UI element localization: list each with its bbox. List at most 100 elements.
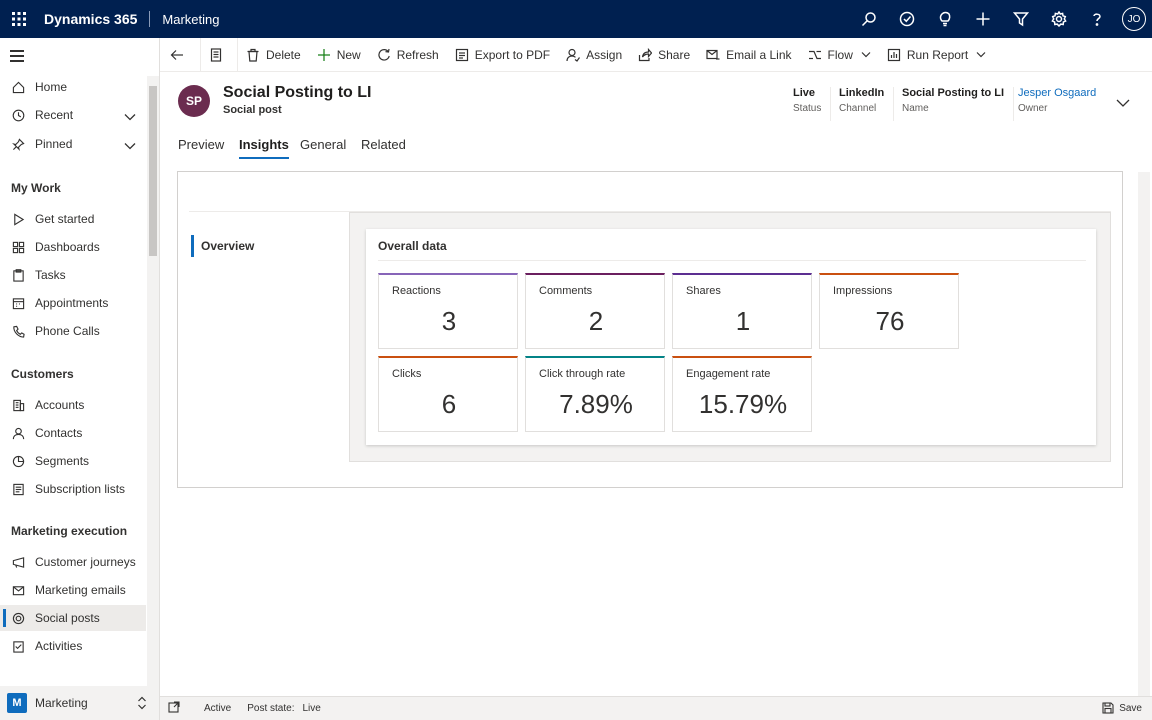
sidebar-item-label: Activities bbox=[35, 639, 83, 653]
status-label: Status bbox=[793, 103, 822, 114]
back-arrow-icon bbox=[170, 49, 183, 60]
assign-button[interactable]: Assign bbox=[558, 38, 630, 72]
lightbulb-icon[interactable] bbox=[926, 0, 964, 38]
save-label: Save bbox=[1119, 702, 1142, 714]
channel-value: LinkedIn bbox=[839, 87, 885, 99]
metric-tile: Comments 2 bbox=[525, 273, 665, 349]
owner-label: Owner bbox=[1018, 103, 1048, 114]
sidebar-item-label: Get started bbox=[35, 212, 95, 226]
sidebar-item-contacts[interactable]: Contacts bbox=[0, 420, 146, 446]
filter-icon[interactable] bbox=[1002, 0, 1040, 38]
chevron-down-icon[interactable] bbox=[853, 48, 871, 62]
phone-icon bbox=[11, 324, 25, 338]
area-switcher[interactable]: M Marketing bbox=[0, 686, 160, 720]
building-icon bbox=[11, 398, 25, 412]
sidebar-scroll-thumb[interactable] bbox=[149, 86, 157, 256]
sidebar-item-label: Recent bbox=[35, 108, 74, 122]
gear-icon[interactable] bbox=[1040, 0, 1078, 38]
sidebar-item-recent[interactable]: Recent bbox=[0, 102, 146, 128]
back-button[interactable] bbox=[160, 38, 200, 72]
sidebar-item-accounts[interactable]: Accounts bbox=[0, 392, 146, 418]
metric-value: 3 bbox=[441, 306, 457, 336]
group-marketing-execution: Marketing execution bbox=[11, 524, 128, 538]
sidebar-item-label: Customer journeys bbox=[35, 555, 136, 569]
share-button[interactable]: Share bbox=[630, 38, 698, 72]
sidebar-item-get-started[interactable]: Get started bbox=[0, 206, 146, 232]
header-field-status: Live Status bbox=[793, 87, 832, 121]
refresh-button[interactable]: Refresh bbox=[369, 38, 447, 72]
metric-tile: Shares 1 bbox=[672, 273, 812, 349]
share-label: Share bbox=[658, 47, 691, 62]
app-name[interactable]: Marketing bbox=[162, 12, 219, 27]
chevron-down-icon[interactable] bbox=[968, 48, 986, 62]
sidebar-item-activities[interactable]: Activities bbox=[0, 633, 146, 659]
flow-label: Flow bbox=[827, 47, 853, 62]
group-customers: Customers bbox=[11, 367, 74, 381]
home-icon bbox=[11, 80, 25, 94]
record-title: Social Posting to LI bbox=[223, 84, 372, 101]
help-icon[interactable] bbox=[1078, 0, 1116, 38]
main-scrollbar[interactable] bbox=[1138, 172, 1150, 696]
clipboard-icon bbox=[11, 268, 25, 282]
open-in-window-icon[interactable] bbox=[168, 701, 180, 716]
sidebar-item-segments[interactable]: Segments bbox=[0, 448, 146, 474]
plus-icon[interactable] bbox=[964, 0, 1002, 38]
metric-value: 15.79% bbox=[698, 389, 788, 419]
chevron-down-icon[interactable] bbox=[124, 110, 136, 121]
sidebar-item-dashboards[interactable]: Dashboards bbox=[0, 234, 146, 260]
insights-nav-overview[interactable]: Overview bbox=[191, 235, 254, 257]
dashboard-icon bbox=[11, 240, 25, 254]
sidebar-item-subscription-lists[interactable]: Subscription lists bbox=[0, 476, 146, 502]
trash-icon bbox=[247, 48, 259, 62]
user-avatar[interactable]: JO bbox=[1122, 7, 1146, 31]
flow-button[interactable]: Flow bbox=[800, 38, 879, 72]
metric-value: 6 bbox=[441, 389, 457, 419]
channel-label: Channel bbox=[839, 103, 877, 114]
delete-button[interactable]: Delete bbox=[238, 38, 309, 72]
task-icon[interactable] bbox=[888, 0, 926, 38]
tab-general[interactable]: General bbox=[300, 137, 346, 159]
metric-value: 1 bbox=[735, 306, 751, 336]
owner-link[interactable]: Jesper Osgaard bbox=[1018, 87, 1096, 99]
header-field-channel: LinkedIn Channel bbox=[839, 87, 895, 121]
save-button[interactable]: Save bbox=[1102, 702, 1142, 714]
list-icon bbox=[11, 482, 25, 496]
sidebar-item-home[interactable]: Home bbox=[0, 74, 146, 100]
form-selector-button[interactable] bbox=[201, 38, 237, 72]
sidebar-item-appointments[interactable]: Appointments bbox=[0, 290, 146, 316]
flow-icon bbox=[808, 50, 821, 59]
status-footer: Active Post state: Live Save bbox=[160, 696, 1152, 720]
record-state: Active bbox=[204, 703, 232, 714]
tab-related[interactable]: Related bbox=[361, 137, 406, 159]
social-post-icon bbox=[11, 611, 25, 625]
card-title: Overall data bbox=[378, 239, 447, 253]
sidebar-item-pinned[interactable]: Pinned bbox=[0, 131, 146, 157]
new-button[interactable]: New bbox=[309, 38, 369, 72]
search-icon[interactable] bbox=[850, 0, 888, 38]
record-entity: Social post bbox=[223, 104, 282, 116]
email-link-label: Email a Link bbox=[726, 47, 792, 62]
run-report-button[interactable]: Run Report bbox=[879, 38, 994, 72]
tab-insights[interactable]: Insights bbox=[239, 137, 289, 159]
sidebar: Home Recent Pinned My Work Get started D… bbox=[0, 38, 160, 686]
pdf-icon bbox=[455, 48, 468, 61]
email-link-button[interactable]: Email a Link bbox=[698, 38, 799, 72]
export-pdf-button[interactable]: Export to PDF bbox=[447, 38, 558, 72]
sidebar-item-phone-calls[interactable]: Phone Calls bbox=[0, 318, 146, 344]
metric-tile: Reactions 3 bbox=[378, 273, 518, 349]
header-expand-chevron-icon[interactable] bbox=[1116, 97, 1130, 111]
tab-preview[interactable]: Preview bbox=[178, 137, 224, 159]
hamburger-menu-icon[interactable] bbox=[10, 50, 24, 62]
app-launcher-icon[interactable] bbox=[0, 0, 38, 38]
export-pdf-label: Export to PDF bbox=[474, 47, 551, 62]
sidebar-item-label: Social posts bbox=[35, 611, 100, 625]
sidebar-item-marketing-emails[interactable]: Marketing emails bbox=[0, 577, 146, 603]
run-report-label: Run Report bbox=[906, 47, 969, 62]
sidebar-item-tasks[interactable]: Tasks bbox=[0, 262, 146, 288]
sidebar-item-customer-journeys[interactable]: Customer journeys bbox=[0, 549, 146, 575]
brand-title[interactable]: Dynamics 365 bbox=[44, 11, 137, 27]
chevron-down-icon[interactable] bbox=[124, 139, 136, 150]
overall-data-card: Overall data Reactions 3 Comments 2 Shares 1 I… bbox=[366, 229, 1096, 445]
sidebar-item-social-posts[interactable]: Social posts bbox=[0, 605, 146, 631]
new-label: New bbox=[336, 47, 361, 62]
